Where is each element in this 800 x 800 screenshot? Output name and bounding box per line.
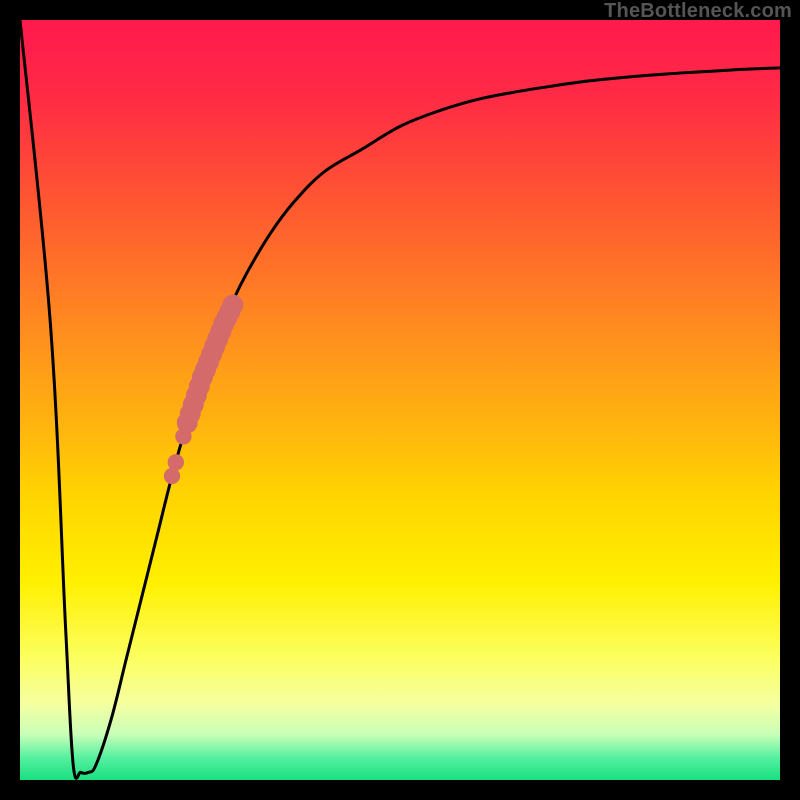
chart-plot-area xyxy=(20,20,780,780)
chart-svg xyxy=(20,20,780,780)
highlight-marker xyxy=(222,295,243,316)
chart-frame: TheBottleneck.com xyxy=(0,0,800,800)
highlight-marker xyxy=(164,468,180,484)
highlight-marker xyxy=(168,454,184,470)
bottleneck-curve xyxy=(20,20,780,778)
watermark-text: TheBottleneck.com xyxy=(604,0,792,23)
